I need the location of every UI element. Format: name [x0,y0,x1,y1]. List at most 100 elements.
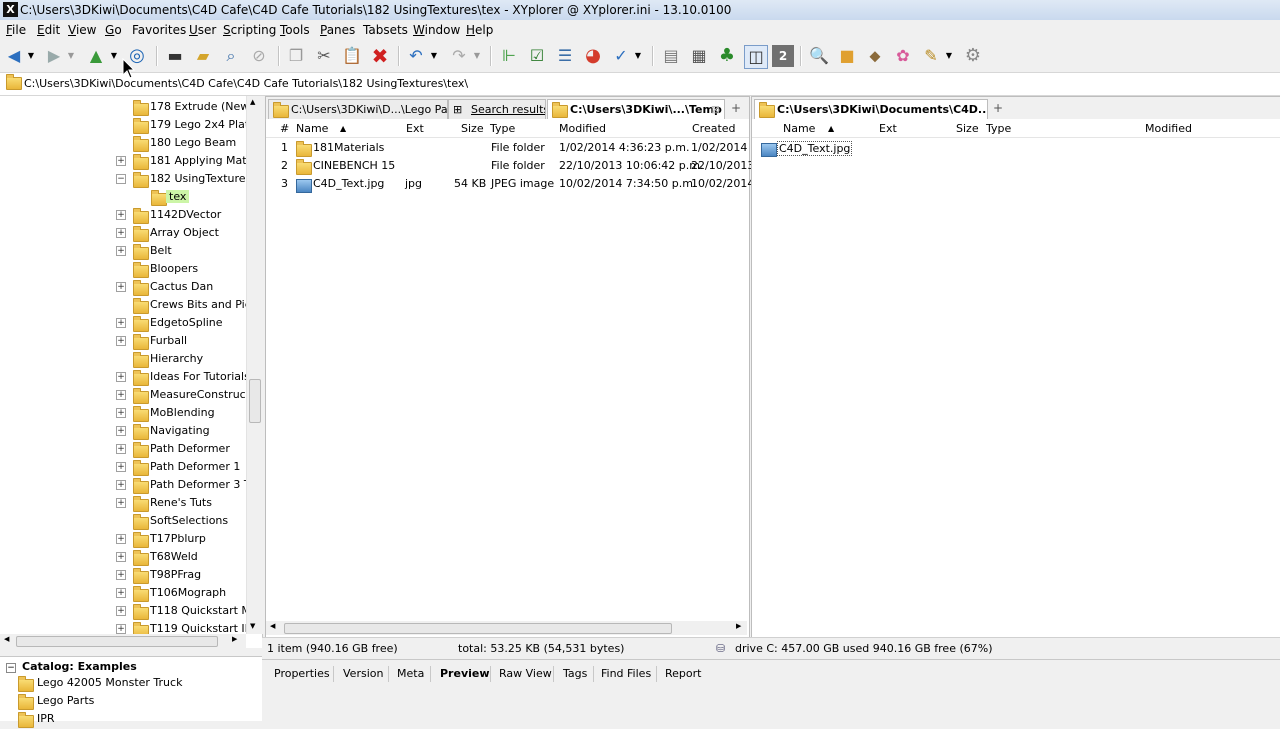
tree-item[interactable]: + Cactus Dan [0,278,246,296]
table-row[interactable]: C4D_Text.jpg [752,139,1280,157]
expand-icon[interactable]: + [116,552,126,562]
expand-icon[interactable]: + [116,606,126,616]
expand-icon[interactable]: + [116,462,126,472]
tree-item[interactable]: + Path Deformer 1 [0,458,246,476]
tab-temp[interactable]: C:\Users\3DKiwi\...\Temp ⊠ [547,99,725,120]
tab-tags[interactable]: Tags [561,664,589,684]
tab-close-icon[interactable]: ⊠ [711,103,720,116]
tree-item[interactable]: − 182 UsingTextures [0,170,246,188]
scroll-left-icon[interactable]: ◀ [270,622,275,630]
expand-icon[interactable]: + [116,282,126,292]
column-header-ext[interactable]: Ext [406,122,424,135]
expand-icon[interactable]: + [116,588,126,598]
brush-dropdown-icon[interactable]: ▼ [943,45,955,67]
expand-icon[interactable]: + [116,480,126,490]
expand-icon[interactable]: + [116,246,126,256]
undo-dropdown-icon[interactable]: ▼ [428,45,440,67]
menu-edit[interactable]: Edit [37,23,60,37]
tree-item[interactable]: 178 Extrude (New) [0,98,246,116]
copy-icon[interactable]: ❐ [285,45,307,67]
column-header-size[interactable]: Size [956,122,979,135]
tree-horizontal-scrollbar[interactable]: ◀ ▶ [0,634,246,648]
catalog-header[interactable]: − Catalog: Examples [6,660,137,673]
tree-item[interactable]: + T98PFrag [0,566,246,584]
tree-item[interactable]: + T68Weld [0,548,246,566]
expand-icon[interactable]: + [116,390,126,400]
tree-item[interactable]: + Path Deformer 3 Tr [0,476,246,494]
tab-search-results[interactable]: ⊞ Search results [448,99,546,119]
expand-icon[interactable]: + [116,228,126,238]
menu-window[interactable]: Window [413,23,460,37]
address-bar[interactable]: C:\Users\3DKiwi\Documents\C4D Cafe\C4D C… [0,72,1280,96]
tree-item[interactable]: 180 Lego Beam [0,134,246,152]
redo-dropdown-icon[interactable]: ▼ [471,45,483,67]
paste-icon[interactable]: 📋 [341,45,363,67]
table-row[interactable]: 1 181Materials File folder 1/02/2014 4:3… [266,139,758,157]
scroll-thumb[interactable] [249,379,261,423]
app-icon[interactable]: X [3,2,18,17]
filter-dropdown-icon[interactable]: ▼ [632,45,644,67]
back-dropdown-icon[interactable]: ▼ [25,45,37,67]
expand-icon[interactable]: + [116,444,126,454]
tree-item[interactable]: Hierarchy [0,350,246,368]
menu-tabsets[interactable]: Tabsets [363,23,408,37]
column-header-type[interactable]: Type [986,122,1011,135]
tab-find-files[interactable]: Find Files [599,664,653,684]
scroll-up-icon[interactable]: ▲ [250,98,255,106]
tree-item[interactable]: 179 Lego 2x4 Plate [0,116,246,134]
column-header-number[interactable]: # [280,122,289,135]
checkbox-icon[interactable]: ☑ [526,45,548,67]
scroll-right-icon[interactable]: ▶ [232,635,237,643]
tree-item[interactable]: Crews Bits and Piec [0,296,246,314]
menu-tools[interactable]: Tools [280,23,310,37]
expand-icon[interactable]: + [116,318,126,328]
cut-icon[interactable]: ✂ [313,45,335,67]
tree-icon[interactable]: ♣ [716,45,738,67]
menu-help[interactable]: Help [466,23,493,37]
tab-raw-view[interactable]: Raw View [497,664,554,684]
new-tab-button[interactable]: + [731,101,741,115]
menu-file[interactable]: File [6,23,26,37]
menu-view[interactable]: View [68,23,96,37]
search-icon[interactable]: 🔍 [808,45,830,67]
second-pane-icon[interactable]: 2 [772,45,794,67]
scroll-down-icon[interactable]: ▼ [250,622,255,630]
expand-icon[interactable]: + [116,408,126,418]
tree-item-selected[interactable]: tex [0,188,246,206]
address-path[interactable]: C:\Users\3DKiwi\Documents\C4D Cafe\C4D C… [24,77,468,90]
monitor-icon[interactable]: ▬ [164,45,186,67]
tree-item[interactable]: + T106Mograph [0,584,246,602]
scroll-thumb[interactable] [284,623,672,634]
collapse-icon[interactable]: − [6,663,16,673]
back-icon[interactable]: ◀ [3,45,25,67]
tag-icon[interactable]: ⬥ [864,45,886,67]
tab-tex[interactable]: C:\Users\3DKiwi\Documents\C4D...\tex [754,99,988,120]
pane1-horizontal-scrollbar[interactable]: ◀ ▶ [266,621,747,635]
tree-item[interactable]: + Ideas For Tutorials [0,368,246,386]
menu-scripting[interactable]: Scripting [223,23,276,37]
column-header-modified[interactable]: Modified [1145,122,1192,135]
expand-icon[interactable]: + [116,624,126,634]
expand-icon[interactable]: + [116,426,126,436]
expand-icon[interactable]: + [116,498,126,508]
table-row[interactable]: 3 C4D_Text.jpg jpg 54 KB JPEG image 10/0… [266,175,754,193]
scroll-right-icon[interactable]: ▶ [736,622,741,630]
column-header-name[interactable]: Name [783,122,815,135]
brush-icon[interactable]: ✎ [920,45,942,67]
tree-item[interactable]: + EdgetoSpline [0,314,246,332]
column-header-type[interactable]: Type [490,122,515,135]
tree-item[interactable]: + Path Deformer [0,440,246,458]
tree-sync-icon[interactable]: ⊩ [498,45,520,67]
tree-item[interactable]: +181 Applying Mate [0,152,246,170]
collapse-icon[interactable]: − [116,174,126,184]
tree-vertical-scrollbar[interactable]: ▲ ▼ [246,96,263,634]
tab-preview[interactable]: Preview [438,664,492,684]
forward-dropdown-icon[interactable]: ▼ [65,45,77,67]
checkmark-filter-icon[interactable]: ✓ [610,45,632,67]
tab-lego-parts[interactable]: C:\Users\3DKiwi\D...\Lego Parts [268,99,448,119]
tree-item[interactable]: + MoBlending [0,404,246,422]
up-folder-icon[interactable]: ▲ [85,45,107,67]
undo-icon[interactable]: ↶ [405,45,427,67]
flower-icon[interactable]: ✿ [892,45,914,67]
expand-icon[interactable]: + [116,534,126,544]
